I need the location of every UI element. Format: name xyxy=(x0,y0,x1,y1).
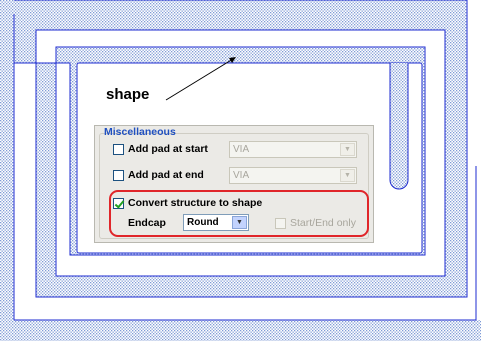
add-pad-start-checkbox[interactable] xyxy=(113,143,124,155)
pad-start-value: VIA xyxy=(233,144,250,155)
pad-end-value: VIA xyxy=(233,170,250,181)
chevron-down-icon: ▼ xyxy=(340,169,355,182)
highlight-outline xyxy=(109,190,369,237)
shape-label: shape xyxy=(106,86,150,103)
add-pad-end-label: Add pad at end xyxy=(128,169,204,181)
trace-bottom-band xyxy=(0,320,481,341)
add-pad-start-label: Add pad at start xyxy=(128,143,208,155)
trace-inner-hook xyxy=(389,63,409,190)
pad-end-dropdown: VIA ▼ xyxy=(229,167,357,184)
chevron-down-icon: ▼ xyxy=(340,143,355,156)
add-pad-start-row[interactable]: Add pad at start xyxy=(113,143,208,155)
group-title: Miscellaneous xyxy=(104,126,176,138)
pad-start-dropdown: VIA ▼ xyxy=(229,141,357,158)
add-pad-end-row[interactable]: Add pad at end xyxy=(113,169,204,181)
add-pad-end-checkbox[interactable] xyxy=(113,169,124,181)
trace-left-outer xyxy=(0,0,14,341)
